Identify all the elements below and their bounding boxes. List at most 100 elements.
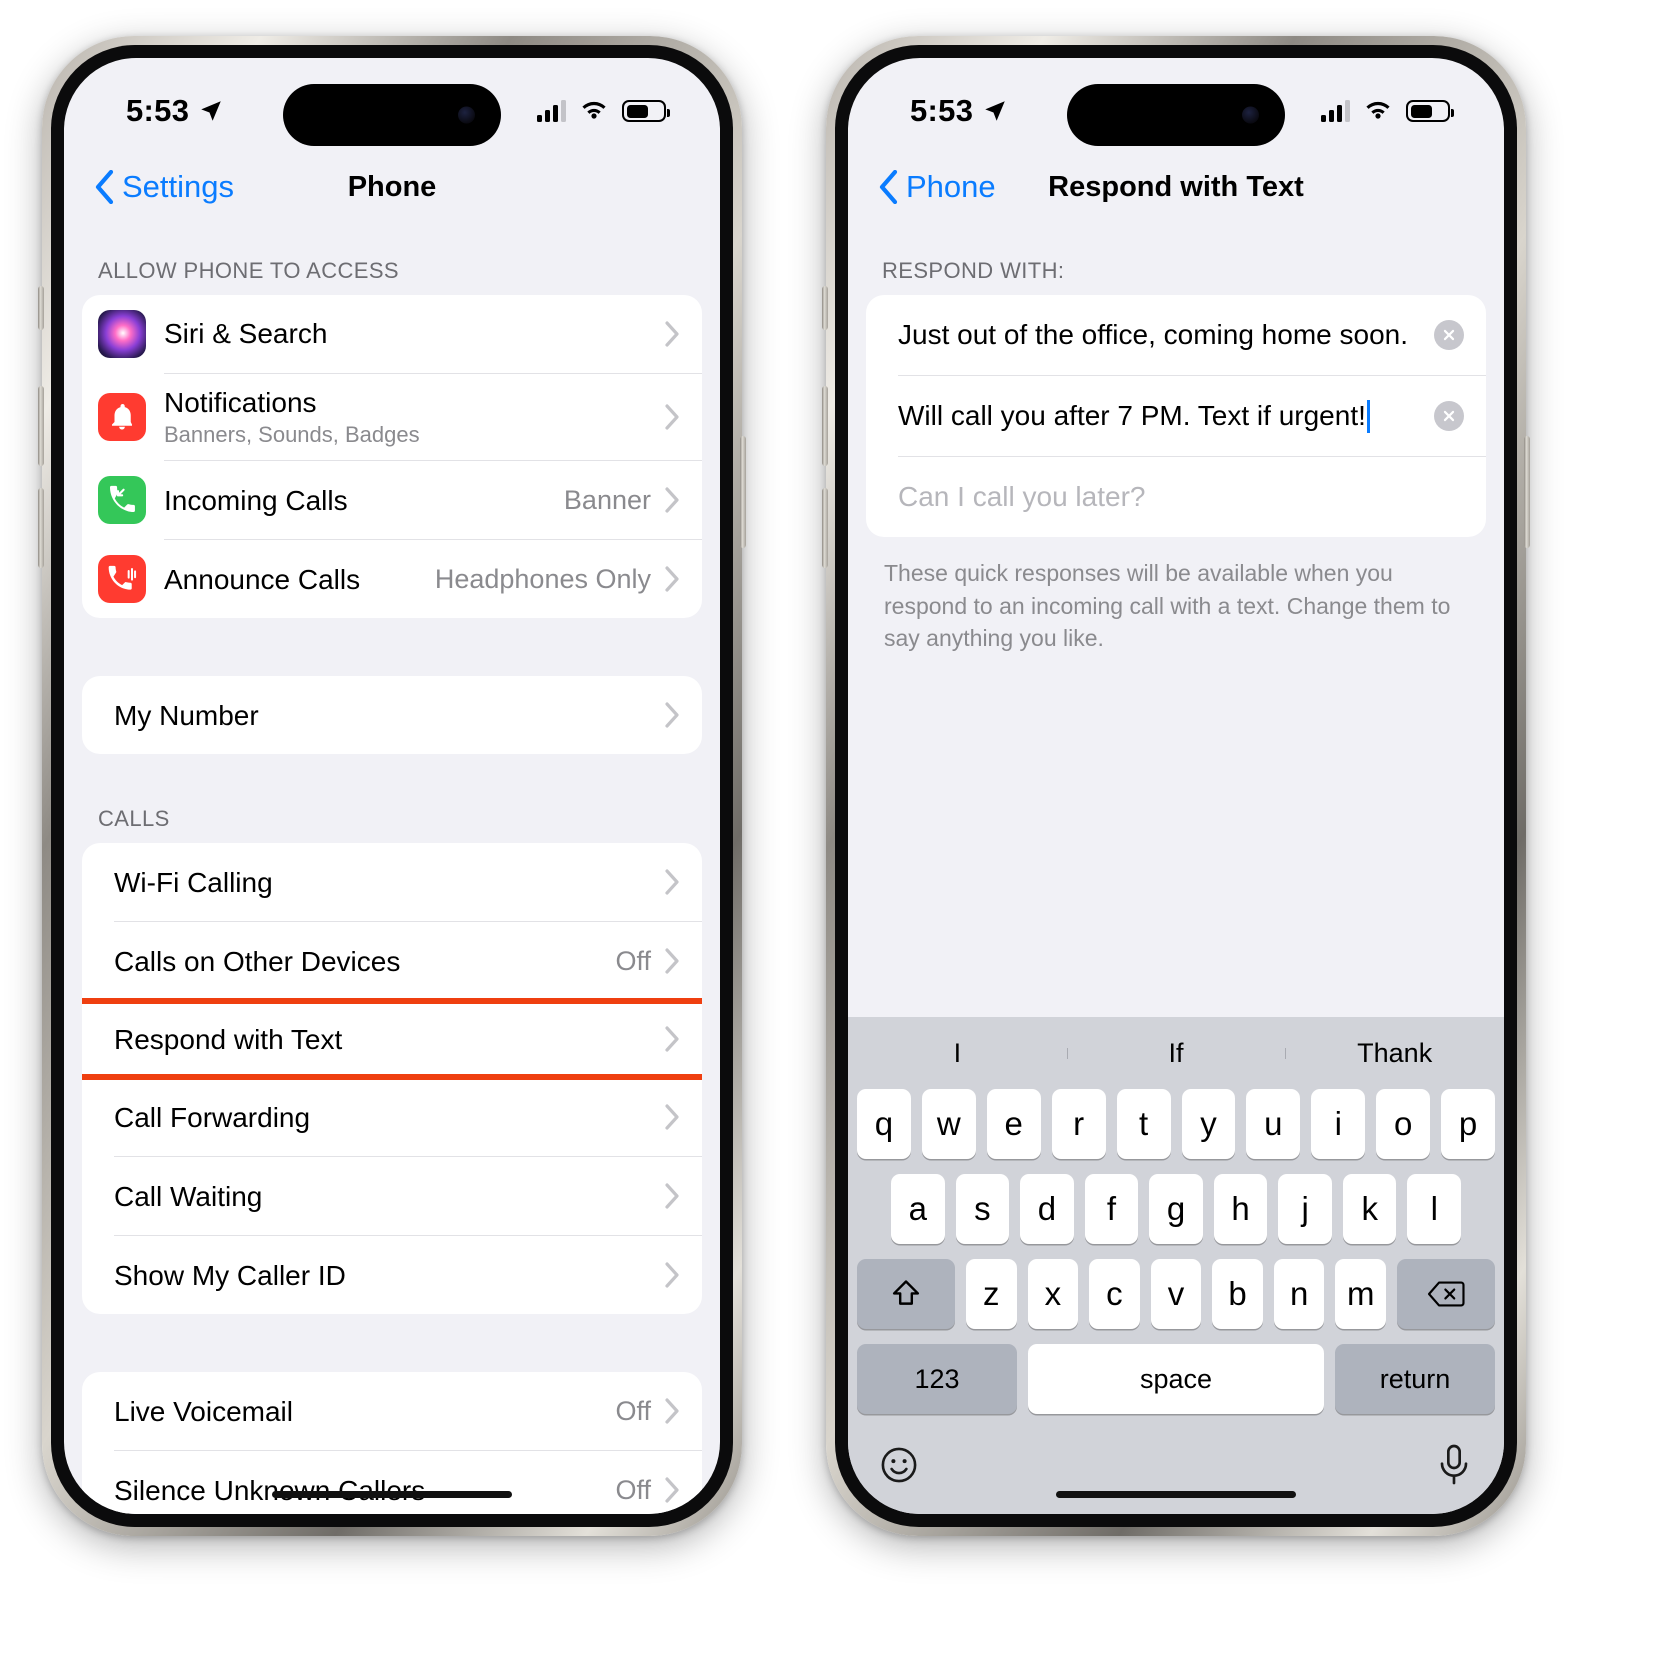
location-arrow-icon [201,101,221,121]
key-f[interactable]: f [1084,1174,1139,1244]
row-my-number[interactable]: My Number [82,676,702,754]
dual-phone-screenshot: 5:53 Settings Phone ALLOW PHONE TO ACCES… [0,0,1678,1665]
key-m[interactable]: m [1335,1259,1387,1329]
key-o[interactable]: o [1376,1089,1431,1159]
chevron-right-icon [665,321,679,347]
back-button-phone[interactable]: Phone [878,169,996,205]
row-calls-on-other-devices[interactable]: Calls on Other Devices Off [82,922,702,1000]
row-title: My Number [114,699,259,731]
key-k[interactable]: k [1342,1174,1397,1244]
settings-list-left[interactable]: ALLOW PHONE TO ACCESS Siri & Search Noti… [64,224,720,1514]
clear-icon[interactable] [1434,401,1464,431]
clear-icon[interactable] [1434,320,1464,350]
home-indicator[interactable] [272,1491,512,1498]
section-header-allow-access: ALLOW PHONE TO ACCESS [98,258,400,283]
row-subtitle: Banners, Sounds, Badges [164,422,420,448]
quick-response-input-1[interactable]: Just out of the office, coming home soon… [898,319,1434,351]
power-button[interactable] [740,436,746,548]
key-y[interactable]: y [1181,1089,1236,1159]
phone-left: 5:53 Settings Phone ALLOW PHONE TO ACCES… [38,36,746,1536]
key-d[interactable]: d [1020,1174,1074,1244]
wifi-icon [582,101,606,119]
key-l[interactable]: l [1407,1174,1462,1244]
quick-response-input-2[interactable]: Will call you after 7 PM. Text if urgent… [898,399,1434,433]
suggestion-1[interactable]: I [848,1038,1067,1069]
predictive-suggestion-bar: I If Thank [848,1017,1504,1089]
row-announce-calls[interactable]: Announce Calls Headphones Only [82,540,702,618]
suggestion-2[interactable]: If [1066,1038,1286,1069]
key-v[interactable]: v [1150,1259,1202,1329]
row-silence-unknown-callers[interactable]: Silence Unknown Callers Off [82,1451,702,1514]
key-q[interactable]: q [856,1089,911,1159]
key-e[interactable]: e [986,1089,1041,1159]
key-r[interactable]: r [1051,1089,1106,1159]
row-title: Call Forwarding [114,1101,311,1133]
key-j[interactable]: j [1278,1174,1332,1244]
volume-up-button[interactable] [822,386,828,466]
quick-response-input-3[interactable]: Can I call you later? [898,481,1464,513]
key-c[interactable]: c [1089,1259,1140,1329]
row-value-live-voicemail: Off [615,1395,651,1426]
key-u[interactable]: u [1246,1089,1301,1159]
emoji-smiley-icon[interactable] [878,1444,920,1491]
chevron-right-icon [665,869,679,895]
key-z[interactable]: z [965,1259,1017,1329]
row-wifi-calling[interactable]: Wi-Fi Calling [82,843,702,921]
numbers-key[interactable]: 123 [857,1344,1017,1414]
row-call-forwarding[interactable]: Call Forwarding [82,1078,702,1156]
status-indicators [537,99,670,123]
row-respond-with-text[interactable]: Respond with Text [82,998,702,1081]
shift-key[interactable] [856,1259,955,1329]
key-a[interactable]: a [890,1174,945,1244]
on-screen-keyboard[interactable]: I If Thank q w e r t y u i o p a s d f g… [848,1017,1504,1514]
group-quick-responses: Just out of the office, coming home soon… [866,295,1486,537]
key-p[interactable]: p [1441,1089,1496,1159]
row-body: Call Forwarding [114,1089,665,1146]
return-key[interactable]: return [1335,1344,1495,1414]
row-notifications[interactable]: Notifications Banners, Sounds, Badges [82,374,702,460]
key-x[interactable]: x [1027,1259,1079,1329]
key-w[interactable]: w [921,1089,976,1159]
nav-bar-left: Settings Phone [64,150,720,224]
chevron-left-icon [95,170,114,204]
quick-response-row-2[interactable]: Will call you after 7 PM. Text if urgent… [866,376,1486,456]
row-value-calls-other-devices: Off [615,945,651,976]
key-i[interactable]: i [1311,1089,1366,1159]
quick-response-row-1[interactable]: Just out of the office, coming home soon… [866,295,1486,375]
key-s[interactable]: s [955,1174,1010,1244]
cellular-signal-icon [1321,100,1350,122]
key-g[interactable]: g [1149,1174,1203,1244]
quick-responses-footnote: These quick responses will be available … [884,560,1451,652]
quick-response-value-1: Just out of the office, coming home soon… [898,319,1409,350]
row-siri-and-search[interactable]: Siri & Search [82,295,702,373]
row-incoming-calls[interactable]: Incoming Calls Banner [82,461,702,539]
volume-down-button[interactable] [822,488,828,568]
silent-switch[interactable] [822,286,828,330]
row-show-my-caller-id[interactable]: Show My Caller ID [82,1236,702,1314]
row-title: Live Voicemail [114,1395,293,1427]
back-button-settings[interactable]: Settings [94,169,234,205]
key-t[interactable]: t [1116,1089,1171,1159]
row-live-voicemail[interactable]: Live Voicemail Off [82,1372,702,1450]
key-b[interactable]: b [1212,1259,1263,1329]
power-button[interactable] [1524,436,1530,548]
row-body: Notifications Banners, Sounds, Badges [164,374,665,460]
quick-response-row-3[interactable]: Can I call you later? [866,457,1486,537]
row-call-waiting[interactable]: Call Waiting [82,1157,702,1235]
row-value-silence-unknown: Off [615,1474,651,1505]
backspace-key[interactable] [1397,1259,1496,1329]
volume-down-button[interactable] [38,488,44,568]
chevron-right-icon [665,1104,679,1130]
siri-icon [98,310,146,358]
phone-right: 5:53 Phone Respond with Text RESPOND WIT… [822,36,1530,1536]
microphone-icon[interactable] [1434,1443,1474,1492]
key-n[interactable]: n [1273,1259,1325,1329]
volume-up-button[interactable] [38,386,44,466]
space-key[interactable]: space [1028,1344,1324,1414]
row-body: Respond with Text [114,1011,665,1068]
silent-switch[interactable] [38,286,44,330]
chevron-right-icon [665,1183,679,1209]
home-indicator[interactable] [1056,1491,1296,1498]
suggestion-3[interactable]: Thank [1285,1038,1504,1069]
key-h[interactable]: h [1213,1174,1268,1244]
